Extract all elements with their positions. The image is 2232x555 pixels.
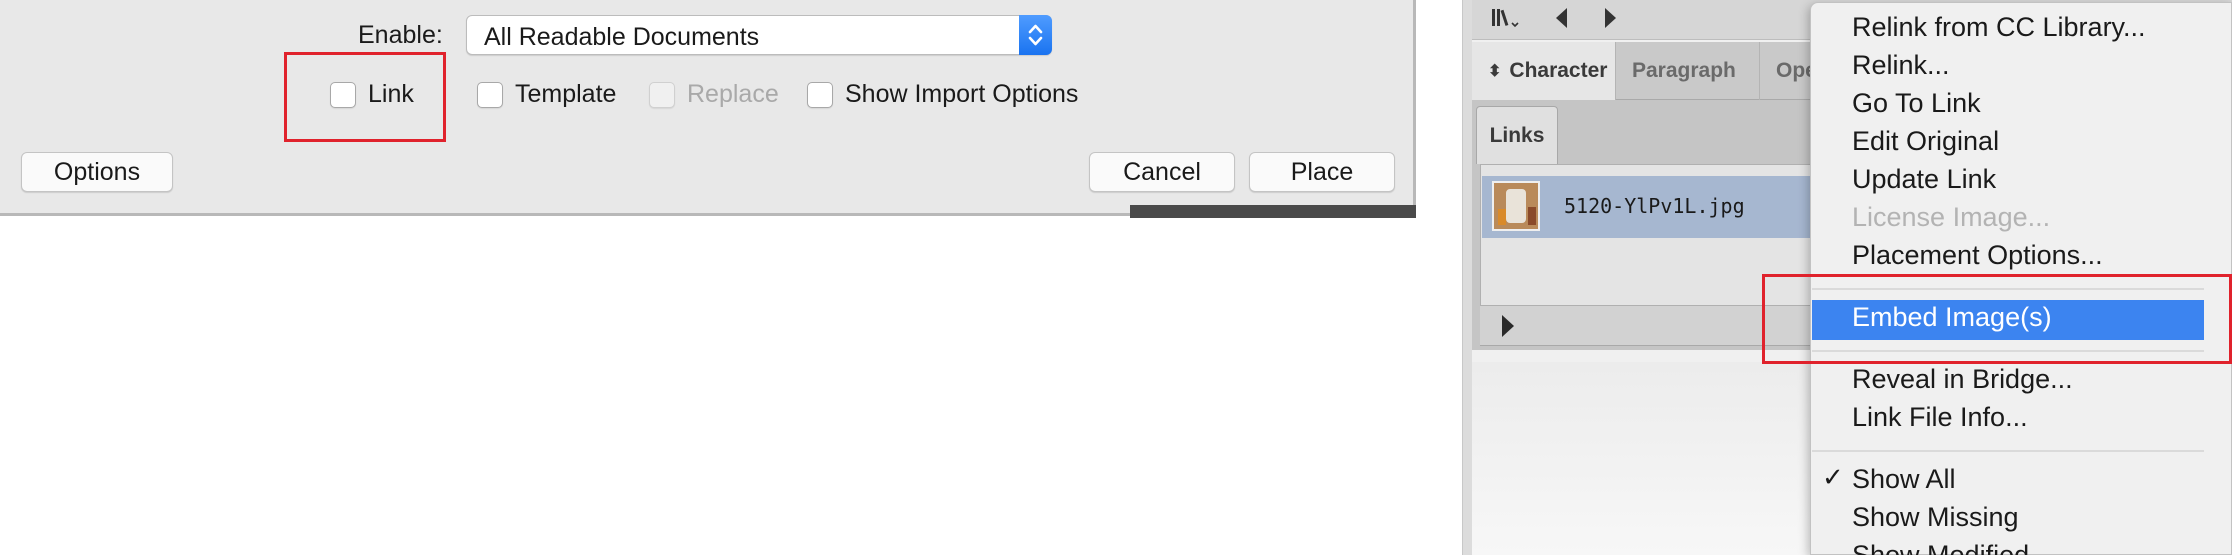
dialog-shadow [1130, 205, 1416, 218]
menu-item-edit-original[interactable]: Edit Original [1852, 126, 1999, 157]
collapse-arrows-icon: ⬍ [1488, 63, 1502, 80]
enable-select[interactable]: All Readable Documents [466, 15, 1052, 55]
show-import-options-label: Show Import Options [845, 80, 1079, 108]
replace-checkbox: Replace [649, 80, 779, 109]
menu-separator [1812, 450, 2204, 452]
forward-arrow-icon[interactable] [1600, 6, 1620, 37]
back-arrow-icon[interactable] [1552, 6, 1572, 37]
template-checkbox-label: Template [515, 80, 617, 108]
expand-triangle-icon[interactable] [1502, 315, 1514, 337]
image-thumbnail [1492, 181, 1540, 231]
options-button[interactable]: Options [21, 152, 173, 192]
template-checkbox-box[interactable] [477, 81, 503, 108]
link-highlight-box [284, 52, 446, 142]
tab-character[interactable]: ⬍ Character [1472, 42, 1616, 100]
menu-item-link-file-info[interactable]: Link File Info... [1852, 402, 2028, 433]
tab-character-label: Character [1509, 59, 1608, 82]
cancel-button[interactable]: Cancel [1089, 152, 1235, 192]
menu-item-reveal-in-bridge[interactable]: Reveal in Bridge... [1852, 364, 2073, 395]
replace-checkbox-label: Replace [687, 80, 779, 108]
tab-links[interactable]: Links [1476, 106, 1558, 164]
checkmark-icon: ✓ [1822, 462, 1844, 492]
menu-item-show-modified[interactable]: Show Modified [1852, 540, 2029, 555]
tab-paragraph-label: Paragraph [1632, 59, 1736, 82]
panel-edge [1462, 0, 1472, 555]
embed-highlight-box [1762, 274, 2232, 364]
menu-item-license-image: License Image... [1852, 202, 2051, 232]
replace-checkbox-box [649, 81, 675, 108]
menu-item-show-all[interactable]: Show All [1852, 464, 1956, 495]
show-import-options-checkbox-box[interactable] [807, 81, 833, 108]
show-import-options-checkbox[interactable]: Show Import Options [807, 80, 1078, 109]
menu-item-update-link[interactable]: Update Link [1852, 164, 1996, 195]
select-stepper-icon[interactable] [1019, 15, 1052, 55]
template-checkbox[interactable]: Template [477, 80, 616, 109]
place-button[interactable]: Place [1249, 152, 1395, 192]
menu-item-relink[interactable]: Relink... [1852, 50, 1950, 81]
menu-item-placement-options[interactable]: Placement Options... [1852, 240, 2103, 271]
enable-select-value: All Readable Documents [484, 23, 760, 51]
tab-paragraph[interactable]: Paragraph [1616, 42, 1760, 100]
menu-item-go-to-link[interactable]: Go To Link [1852, 88, 1981, 119]
menu-item-show-missing[interactable]: Show Missing [1852, 502, 2019, 533]
link-file-name: 5120-YlPv1L.jpg [1564, 194, 1745, 218]
library-icon[interactable] [1490, 6, 1520, 37]
menu-item-relink-cc-library[interactable]: Relink from CC Library... [1852, 12, 2146, 43]
enable-label: Enable: [358, 21, 443, 49]
